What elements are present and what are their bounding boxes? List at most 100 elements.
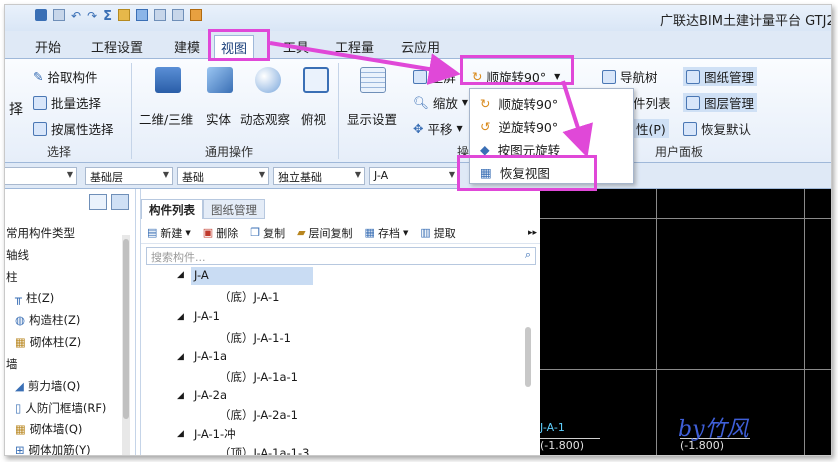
display-settings-icon[interactable] (360, 67, 386, 93)
more-icon[interactable]: ▸▸ (528, 228, 537, 238)
report-icon[interactable] (118, 9, 131, 21)
entity-label: 实体 (206, 112, 232, 127)
new-button[interactable]: ▤ 新建 ▼ (147, 225, 191, 241)
solid-icon[interactable] (207, 67, 233, 93)
tab-quantity[interactable]: 工程量 (329, 35, 380, 58)
category-wall[interactable]: 墙 (6, 356, 18, 372)
tab-component-list[interactable]: 构件列表 (141, 199, 203, 219)
redo-icon[interactable]: ↷ (87, 9, 97, 23)
sum-icon[interactable]: Σ (103, 9, 112, 24)
expand-icon[interactable]: ◢ (177, 352, 184, 362)
save-icon[interactable] (35, 9, 47, 21)
tab-tools[interactable]: 工具 (277, 35, 315, 58)
fullscreen-button[interactable]: 全屏 (413, 67, 456, 86)
top-view-icon[interactable] (303, 67, 329, 93)
delete-button[interactable]: ▣ 删除 (203, 225, 238, 241)
dynamic-observe-button[interactable]: 动态观察 (240, 109, 290, 128)
zoom-button[interactable]: 🔍︎ 缩放 ▼ (413, 93, 468, 112)
common-group-label: 通用操作 (205, 145, 254, 159)
item-rebar[interactable]: ⊞ 砌体加筋(Y) (15, 442, 91, 455)
combo-type[interactable]: 基础 ▼ (177, 167, 269, 185)
item-shear-wall[interactable]: ◢ 剪力墙(Q) (15, 378, 80, 394)
combo-project[interactable]: ▼ (5, 167, 77, 185)
menu-item-restore-view[interactable]: ▦ 恢复视图 (470, 161, 633, 183)
tree-row-selected[interactable]: J-A (191, 267, 313, 285)
menu-item-rotate-cw[interactable]: ↻ 顺旋转90° (470, 92, 633, 114)
export-icon[interactable] (190, 9, 203, 21)
batch-select-button[interactable]: 批量选择 (33, 93, 101, 112)
item-masonry-wall[interactable]: ▦ 砌体墙(Q) (15, 421, 82, 437)
tab-cloud[interactable]: 云应用 (395, 35, 446, 58)
new-icon[interactable] (53, 9, 65, 21)
category-common[interactable]: 常用构件类型 (6, 225, 75, 241)
undo-icon[interactable]: ↶ (71, 9, 81, 23)
attr-select-button[interactable]: 按属性选择 (33, 119, 114, 138)
item-struct-column[interactable]: ◍ 构造柱(Z) (15, 312, 80, 328)
search-input[interactable]: 搜索构件... ⌕ (146, 247, 536, 265)
orbit-icon[interactable] (255, 67, 281, 93)
tab-start[interactable]: 开始 (29, 35, 67, 58)
navigator-button[interactable]: 导航树 (602, 67, 658, 86)
tree-row[interactable]: （底）J-A-1a-1 (219, 369, 298, 385)
combo-floor[interactable]: 基础层 ▼ (85, 167, 173, 185)
combo-floor-value: 基础层 (90, 171, 123, 184)
tree-row[interactable]: J-A-2a (194, 388, 227, 402)
tree-row[interactable]: J-A-1a (194, 349, 227, 363)
item-column[interactable]: ╥ 柱(Z) (15, 290, 54, 306)
tab-modeling[interactable]: 建模 (168, 35, 206, 58)
combo-component[interactable]: J-A ▼ (369, 167, 459, 185)
menu-item-rotate-ccw[interactable]: ↺ 逆旋转90° (470, 115, 633, 137)
tree-row[interactable]: （底）J-A-2a-1 (219, 407, 298, 423)
pick-component-button[interactable]: ✎ 拾取构件 (33, 67, 98, 86)
tree-row[interactable]: J-A-1-冲 (194, 426, 236, 442)
grid-view-icon[interactable] (111, 194, 129, 210)
category-axis[interactable]: 轴线 (6, 247, 29, 263)
drawing-mgmt-button[interactable]: 图纸管理 (683, 67, 758, 86)
grid-icon[interactable] (136, 9, 149, 21)
attr-select-label: 按属性选择 (51, 122, 114, 137)
item-door-wall[interactable]: ▯ 人防门框墙(RF) (15, 400, 106, 416)
scrollbar-thumb[interactable] (123, 239, 129, 419)
item-masonry-column[interactable]: ▦ 砌体柱(Z) (15, 334, 81, 350)
scrollbar[interactable] (122, 235, 130, 455)
tab-view[interactable]: 视图 (214, 35, 255, 59)
expand-icon[interactable]: ◢ (177, 312, 184, 322)
magnifier-icon: 🔍︎ (413, 94, 429, 110)
rotate-cw-split-button[interactable]: ↻ 顺旋转90° ▼ (472, 67, 560, 86)
2d3d-icon[interactable] (155, 67, 181, 93)
tab-drawing-mgmt[interactable]: 图纸管理 (203, 199, 265, 219)
category-column[interactable]: 柱 (6, 269, 18, 285)
extract-button[interactable]: ▥ 提取 (420, 225, 455, 241)
copy-button[interactable]: ❐ 复制 (250, 225, 285, 241)
expand-icon[interactable]: ◢ (177, 270, 184, 280)
list-view-icon[interactable] (89, 194, 107, 210)
archive-button[interactable]: ▦ 存档 ▼ (365, 225, 409, 241)
view2d3d-button[interactable]: 二维/三维 (139, 109, 193, 128)
layer-mgmt-button[interactable]: 图层管理 (683, 93, 758, 112)
expand-icon[interactable]: ◢ (177, 391, 184, 401)
combo-subtype[interactable]: 独立基础 ▼ (273, 167, 365, 185)
tree-row[interactable]: J-A-1 (194, 309, 220, 323)
entity-button[interactable]: 实体 (206, 109, 231, 128)
restore-default-button[interactable]: 恢复默认 (683, 119, 751, 138)
tree-row[interactable]: （顶）J-A-1a-1-3 (219, 445, 309, 455)
component-list-button[interactable]: 件列表 (633, 93, 671, 112)
drawing-canvas[interactable]: J-A-1 (-1.800) (-1.800) by竹风 (540, 189, 831, 455)
expand-icon[interactable]: ◢ (177, 429, 184, 439)
pan-button[interactable]: ✥ 平移 ▼ (413, 119, 463, 138)
chevron-down-icon[interactable]: ▼ (554, 72, 560, 81)
select-big-button[interactable]: 择 (9, 99, 23, 119)
menu-item-element-rotate[interactable]: ◆ 按图元旋转 (470, 138, 633, 160)
properties-button[interactable]: 性(P) (633, 119, 669, 138)
floor-copy-button[interactable]: ▰ 层间复制 (297, 225, 352, 241)
display-settings-button[interactable]: 显示设置 (347, 109, 397, 128)
layout-icon[interactable] (154, 9, 167, 21)
table-icon[interactable] (172, 9, 185, 21)
tree-row[interactable]: （底）J-A-1-1 (219, 330, 291, 346)
dynamic-observe-label: 动态观察 (240, 112, 291, 127)
tree-row[interactable]: （底）J-A-1 (219, 289, 279, 305)
extract-icon: ▥ (420, 226, 431, 239)
top-view-button[interactable]: 俯视 (301, 109, 326, 128)
scrollbar-thumb[interactable] (525, 327, 531, 387)
tab-project-settings[interactable]: 工程设置 (85, 35, 149, 58)
